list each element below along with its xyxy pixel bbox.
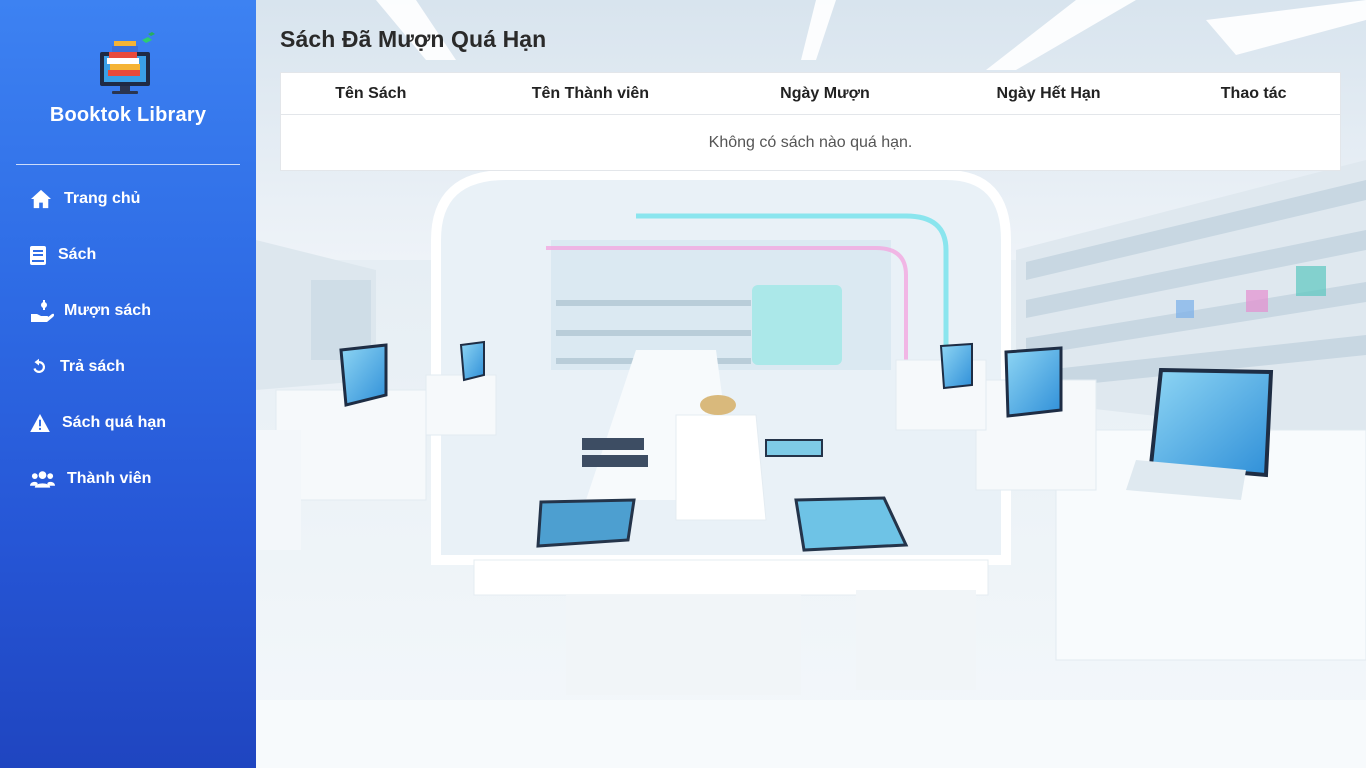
column-header-actions: Thao tác: [1220, 84, 1287, 102]
users-icon: [30, 468, 59, 490]
table-header-row: Tên Sách Tên Thành viên Ngày Mượn Ngày H…: [281, 73, 1340, 115]
undo-icon: [30, 356, 52, 378]
sidebar-item-label: Sách quá hạn: [62, 414, 167, 431]
sidebar-item-return[interactable]: Trả sách: [0, 339, 256, 395]
sidebar-item-label: Mượn sách: [64, 302, 151, 319]
brand-title: Booktok Library: [49, 104, 207, 126]
column-header-member-name: Tên Thành viên: [531, 84, 650, 102]
sidebar: Booktok Library Trang chủ Sách Mượn sách: [0, 0, 256, 768]
library-logo-icon: [100, 32, 155, 94]
column-header-due-date: Ngày Hết Hạn: [996, 84, 1101, 102]
sidebar-item-books[interactable]: Sách: [0, 227, 256, 283]
column-header-borrow-date: Ngày Mượn: [780, 84, 870, 102]
logo-area: Booktok Library: [0, 30, 256, 127]
home-icon: [30, 188, 56, 210]
sidebar-nav: Trang chủ Sách Mượn sách Trả sách Sách q…: [0, 171, 256, 507]
warning-icon: [30, 412, 54, 434]
table-empty-row: Không có sách nào quá hạn.: [281, 115, 1340, 171]
empty-state-message: Không có sách nào quá hạn.: [708, 134, 913, 151]
page-title: Sách Đã Mượn Quá Hạn: [280, 26, 547, 52]
hand-borrow-icon: [30, 300, 56, 322]
overdue-table: Tên Sách Tên Thành viên Ngày Mượn Ngày H…: [280, 72, 1341, 171]
column-header-book-name: Tên Sách: [335, 84, 407, 102]
sidebar-item-label: Sách: [58, 246, 97, 263]
sidebar-item-label: Trả sách: [60, 358, 125, 375]
sidebar-item-home[interactable]: Trang chủ: [0, 171, 256, 227]
sidebar-item-label: Trang chủ: [64, 190, 141, 207]
main-content: Sách Đã Mượn Quá Hạn Tên Sách Tên Thành …: [256, 0, 1366, 768]
sidebar-item-overdue[interactable]: Sách quá hạn: [0, 395, 256, 451]
sidebar-item-members[interactable]: Thành viên: [0, 451, 256, 507]
sidebar-item-borrow[interactable]: Mượn sách: [0, 283, 256, 339]
book-icon: [30, 244, 50, 266]
sidebar-divider: [16, 164, 240, 165]
sidebar-item-label: Thành viên: [67, 470, 152, 487]
